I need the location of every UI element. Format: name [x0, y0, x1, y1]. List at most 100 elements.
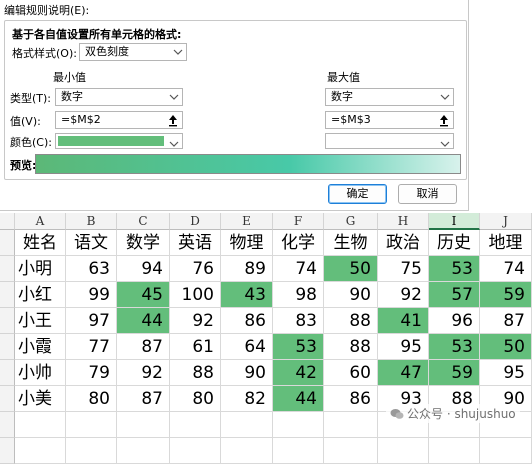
score-cell[interactable]: 45: [117, 282, 170, 308]
score-cell[interactable]: 60: [324, 360, 378, 386]
score-cell[interactable]: 80: [170, 386, 221, 412]
score-cell[interactable]: 87: [480, 308, 532, 334]
score-cell[interactable]: 99: [66, 282, 117, 308]
header-cell[interactable]: 历史: [429, 230, 480, 256]
empty-cell[interactable]: [170, 412, 221, 438]
name-cell[interactable]: 小美: [15, 386, 66, 412]
score-cell[interactable]: 50: [480, 334, 532, 360]
column-header-B[interactable]: B: [66, 213, 117, 230]
score-cell[interactable]: 100: [170, 282, 221, 308]
score-cell[interactable]: 79: [66, 360, 117, 386]
score-cell[interactable]: 95: [480, 360, 532, 386]
row-header[interactable]: [0, 230, 15, 256]
empty-cell[interactable]: [221, 438, 273, 464]
row-header[interactable]: [0, 360, 15, 386]
score-cell[interactable]: 42: [273, 360, 324, 386]
score-cell[interactable]: 92: [378, 282, 429, 308]
score-cell[interactable]: 80: [66, 386, 117, 412]
column-header-F[interactable]: F: [273, 213, 324, 230]
score-cell[interactable]: 57: [429, 282, 480, 308]
empty-cell[interactable]: [170, 438, 221, 464]
score-cell[interactable]: 88: [324, 308, 378, 334]
header-cell[interactable]: 英语: [170, 230, 221, 256]
column-header-D[interactable]: D: [170, 213, 221, 230]
column-header-A[interactable]: A: [15, 213, 66, 230]
score-cell[interactable]: 89: [221, 256, 273, 282]
score-cell[interactable]: 76: [170, 256, 221, 282]
header-cell[interactable]: 姓名: [15, 230, 66, 256]
name-cell[interactable]: 小明: [15, 256, 66, 282]
empty-cell[interactable]: [273, 438, 324, 464]
score-cell[interactable]: 92: [170, 308, 221, 334]
name-cell[interactable]: 小霞: [15, 334, 66, 360]
header-cell[interactable]: 物理: [221, 230, 273, 256]
row-header[interactable]: [0, 412, 15, 438]
score-cell[interactable]: 86: [324, 386, 378, 412]
min-value-input[interactable]: =$M$2: [55, 111, 183, 129]
row-header[interactable]: [0, 438, 15, 464]
score-cell[interactable]: 61: [170, 334, 221, 360]
score-cell[interactable]: 44: [117, 308, 170, 334]
header-cell[interactable]: 政治: [378, 230, 429, 256]
score-cell[interactable]: 53: [273, 334, 324, 360]
row-header[interactable]: [0, 256, 15, 282]
range-picker-icon[interactable]: [437, 113, 451, 127]
score-cell[interactable]: 50: [324, 256, 378, 282]
score-cell[interactable]: 75: [378, 256, 429, 282]
header-cell[interactable]: 化学: [273, 230, 324, 256]
score-cell[interactable]: 90: [221, 360, 273, 386]
empty-cell[interactable]: [324, 412, 378, 438]
score-cell[interactable]: 74: [480, 256, 532, 282]
column-header-C[interactable]: C: [117, 213, 170, 230]
header-cell[interactable]: 生物: [324, 230, 378, 256]
cancel-button[interactable]: 取消: [398, 184, 457, 204]
header-cell[interactable]: 数学: [117, 230, 170, 256]
empty-cell[interactable]: [117, 438, 170, 464]
score-cell[interactable]: 59: [480, 282, 532, 308]
format-style-select[interactable]: 双色刻度: [79, 43, 187, 61]
ok-button[interactable]: 确定: [328, 184, 387, 204]
empty-cell[interactable]: [480, 438, 532, 464]
column-header-E[interactable]: E: [221, 213, 273, 230]
empty-cell[interactable]: [15, 438, 66, 464]
score-cell[interactable]: 95: [378, 334, 429, 360]
score-cell[interactable]: 83: [273, 308, 324, 334]
score-cell[interactable]: 98: [273, 282, 324, 308]
empty-cell[interactable]: [117, 412, 170, 438]
score-cell[interactable]: 53: [429, 334, 480, 360]
empty-cell[interactable]: [221, 412, 273, 438]
score-cell[interactable]: 43: [221, 282, 273, 308]
empty-cell[interactable]: [66, 412, 117, 438]
min-color-picker[interactable]: [55, 133, 183, 149]
empty-cell[interactable]: [15, 412, 66, 438]
empty-cell[interactable]: [66, 438, 117, 464]
score-cell[interactable]: 88: [170, 360, 221, 386]
select-all-corner[interactable]: [0, 213, 15, 230]
score-cell[interactable]: 41: [378, 308, 429, 334]
score-cell[interactable]: 87: [117, 386, 170, 412]
score-cell[interactable]: 53: [429, 256, 480, 282]
max-type-select[interactable]: 数字: [325, 88, 454, 106]
column-header-J[interactable]: J: [480, 213, 532, 230]
max-color-picker[interactable]: [325, 133, 454, 149]
score-cell[interactable]: 82: [221, 386, 273, 412]
name-cell[interactable]: 小王: [15, 308, 66, 334]
score-cell[interactable]: 88: [324, 334, 378, 360]
score-cell[interactable]: 97: [66, 308, 117, 334]
min-type-select[interactable]: 数字: [55, 88, 183, 106]
row-header[interactable]: [0, 334, 15, 360]
column-header-G[interactable]: G: [324, 213, 378, 230]
row-header[interactable]: [0, 386, 15, 412]
column-header-H[interactable]: H: [378, 213, 429, 230]
score-cell[interactable]: 59: [429, 360, 480, 386]
score-cell[interactable]: 86: [221, 308, 273, 334]
header-cell[interactable]: 地理: [480, 230, 532, 256]
score-cell[interactable]: 90: [324, 282, 378, 308]
column-header-I[interactable]: I: [429, 213, 480, 230]
max-value-input[interactable]: =$M$3: [325, 111, 454, 129]
score-cell[interactable]: 94: [117, 256, 170, 282]
score-cell[interactable]: 47: [378, 360, 429, 386]
header-cell[interactable]: 语文: [66, 230, 117, 256]
range-picker-icon[interactable]: [166, 113, 180, 127]
score-cell[interactable]: 96: [429, 308, 480, 334]
